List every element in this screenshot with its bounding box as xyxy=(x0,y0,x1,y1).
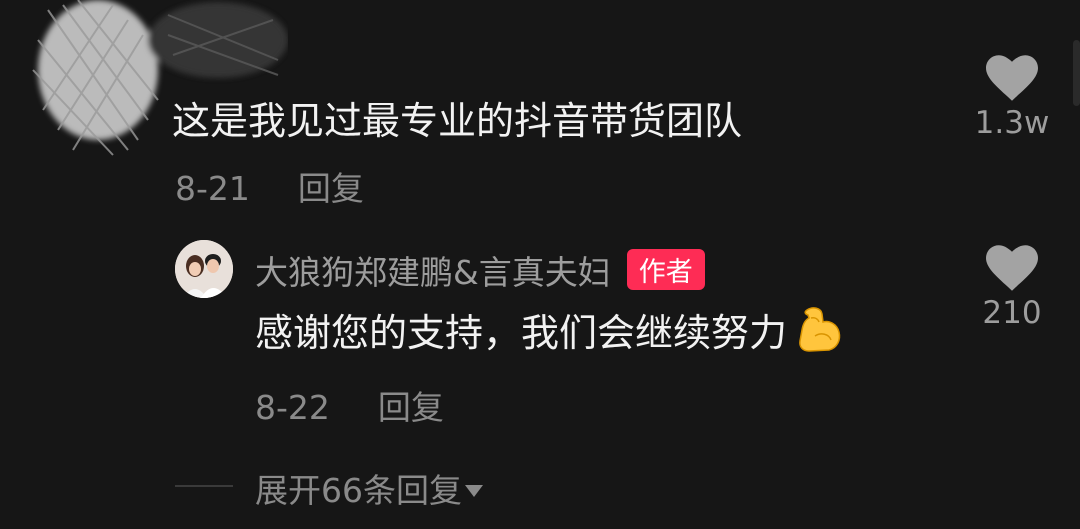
flexed-biceps-icon xyxy=(793,304,845,365)
comment-text: 这是我见过最专业的抖音带货团队 xyxy=(172,99,743,143)
heart-icon xyxy=(986,245,1038,291)
reply-like-count: 210 xyxy=(982,295,1042,331)
comment-like-button[interactable]: 1.3w xyxy=(967,55,1057,141)
reply-reply-button[interactable]: 回复 xyxy=(378,388,444,427)
comment-meta: 8-21 回复 xyxy=(175,162,364,210)
comment-date: 8-21 xyxy=(175,169,250,208)
expand-replies-label: 展开66条回复 xyxy=(255,471,462,510)
expand-replies-button[interactable]: 展开66条回复 xyxy=(255,464,484,512)
comment-reply-button[interactable]: 回复 xyxy=(298,169,364,208)
author-avatar[interactable] xyxy=(175,240,233,298)
reply-username[interactable]: 大狼狗郑建鹏&言真夫妇 xyxy=(255,253,611,292)
comment-like-count: 1.3w xyxy=(974,105,1050,141)
reply-text-row: 感谢您的支持，我们会继续努力 xyxy=(255,302,845,365)
reply-author-row: 大狼狗郑建鹏&言真夫妇 作者 xyxy=(255,246,705,294)
reply-meta: 8-22 回复 xyxy=(255,381,444,429)
divider xyxy=(175,485,233,487)
reply-date: 8-22 xyxy=(255,388,330,427)
heart-icon xyxy=(986,55,1038,101)
reply-like-button[interactable]: 210 xyxy=(967,245,1057,331)
reply-text: 感谢您的支持，我们会继续努力 xyxy=(255,311,788,355)
author-badge: 作者 xyxy=(626,249,705,290)
caret-down-icon xyxy=(464,467,484,506)
scrollbar[interactable] xyxy=(1073,40,1080,106)
